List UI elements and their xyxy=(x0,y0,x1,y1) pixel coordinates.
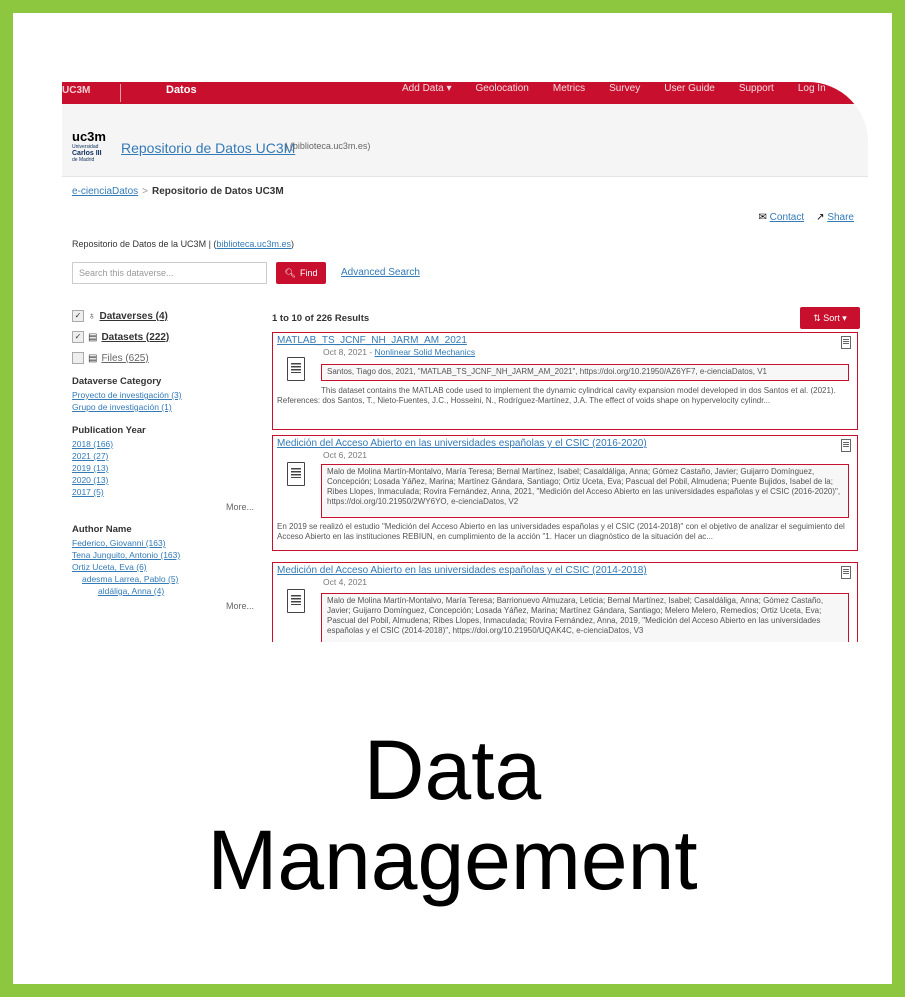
contact-link[interactable]: ✉ Contact xyxy=(759,212,805,223)
navbar-brand[interactable]: UC3M xyxy=(62,85,90,96)
nav-metrics[interactable]: Metrics xyxy=(553,83,585,94)
result-abstract: En 2019 se realizó el estudio "Medición … xyxy=(277,522,845,541)
repo-affiliation[interactable]: | (biblioteca.uc3m.es) xyxy=(285,141,370,151)
checkbox-unchecked-icon[interactable] xyxy=(72,352,84,364)
facet-item[interactable]: Ortiz Uceta, Eva (6) xyxy=(72,561,254,573)
result-date: Oct 4, 2021 xyxy=(323,577,367,587)
result-citation: Malo de Molina Martín-Montalvo, María Te… xyxy=(321,593,849,642)
dataset-icon xyxy=(841,566,851,579)
result-date: Oct 6, 2021 xyxy=(323,450,367,460)
dataverse-icon: ♁ xyxy=(88,310,96,322)
search-input[interactable]: Search this dataverse... xyxy=(72,262,267,284)
advanced-search-link[interactable]: Advanced Search xyxy=(341,267,420,278)
sort-icon: ⇅ xyxy=(813,312,824,323)
checkbox-checked-icon[interactable]: ✓ xyxy=(72,310,84,322)
caption-line-1: Data xyxy=(363,723,542,817)
facet-year-title: Publication Year xyxy=(72,425,146,436)
find-button[interactable]: 🔍︎ Find xyxy=(276,262,326,284)
dataset-icon xyxy=(841,439,851,452)
share-icon: ↗ xyxy=(816,212,825,223)
share-link[interactable]: ↗ Share xyxy=(816,212,854,223)
more-years-link[interactable]: More... xyxy=(72,502,254,512)
top-navbar: UC3M Datos Add Data ▾ Geolocation Metric… xyxy=(62,82,868,104)
nav-support[interactable]: Support xyxy=(739,83,774,94)
facet-item[interactable]: aldáliga, Anna (4) xyxy=(72,585,254,597)
dataset-icon xyxy=(841,336,851,349)
search-icon: 🔍︎ xyxy=(284,267,296,278)
nav-survey[interactable]: Survey xyxy=(609,83,640,94)
caption-line-2: Management xyxy=(207,813,698,907)
dataset-icon xyxy=(287,589,305,613)
facet-item[interactable]: 2020 (13) xyxy=(72,474,254,486)
repo-title[interactable]: Repositorio de Datos UC3M xyxy=(121,140,295,156)
result-date: Oct 8, 2021 - Nonlinear Solid Mechanics xyxy=(323,347,476,357)
facet-item[interactable]: Federico, Giovanni (163) xyxy=(72,537,254,549)
dataverse-screenshot: UC3M Datos Add Data ▾ Geolocation Metric… xyxy=(62,82,868,642)
facet-item[interactable]: Tena Junguito, Antonio (163) xyxy=(72,549,254,561)
breadcrumb-root[interactable]: e-cienciaDatos xyxy=(72,186,138,197)
nav-log-in[interactable]: Log In xyxy=(798,83,826,94)
result-citation: Santos, Tiago dos, 2021, "MATLAB_TS_JCNF… xyxy=(321,364,849,381)
result-card: MATLAB_TS_JCNF_NH_JARM_AM_2021 Oct 8, 20… xyxy=(272,332,858,430)
navbar-section-datos[interactable]: Datos xyxy=(166,84,197,96)
results-count: 1 to 10 of 226 Results xyxy=(272,313,370,324)
facet-datasets[interactable]: ✓ ▤ Datasets (222) xyxy=(72,331,254,343)
facet-item[interactable]: 2019 (13) xyxy=(72,462,254,474)
facet-item[interactable]: Proyecto de investigación (3) xyxy=(72,389,254,401)
breadcrumb-current: Repositorio de Datos UC3M xyxy=(152,186,284,197)
sort-button[interactable]: ⇅ Sort ▾ xyxy=(800,307,860,329)
result-card: Medición del Acceso Abierto en las unive… xyxy=(272,435,858,551)
description-link[interactable]: biblioteca.uc3m.es xyxy=(216,239,291,249)
dataset-icon: ▤ xyxy=(88,331,98,343)
facet-category-title: Dataverse Category xyxy=(72,376,162,387)
dataset-icon xyxy=(287,357,305,381)
facet-item[interactable]: 2021 (27) xyxy=(72,450,254,462)
facet-item[interactable]: 2018 (166) xyxy=(72,438,254,450)
result-abstract: This dataset contains the MATLAB code us… xyxy=(277,386,836,405)
facet-item[interactable]: Grupo de investigación (1) xyxy=(72,401,254,413)
result-dataverse-link[interactable]: Nonlinear Solid Mechanics xyxy=(375,347,476,357)
facet-item[interactable]: 2017 (5) xyxy=(72,486,254,498)
checkbox-checked-icon[interactable]: ✓ xyxy=(72,331,84,343)
facet-author-title: Author Name xyxy=(72,524,132,535)
breadcrumb-separator: > xyxy=(142,186,148,197)
navbar-divider xyxy=(120,84,121,102)
envelope-icon: ✉ xyxy=(758,212,767,223)
result-title[interactable]: Medición del Acceso Abierto en las unive… xyxy=(277,565,647,576)
facet-item[interactable]: adesma Larrea, Pablo (5) xyxy=(72,573,254,585)
facet-dataverses[interactable]: ✓ ♁ Dataverses (4) xyxy=(72,310,254,322)
uc3m-logo[interactable]: uc3m Universidad Carlos III de Madrid xyxy=(72,130,110,164)
result-card: Medición del Acceso Abierto en las unive… xyxy=(272,562,858,642)
navbar-menu: Add Data ▾ Geolocation Metrics Survey Us… xyxy=(402,83,826,94)
result-citation: Malo de Molina Martín-Montalvo, María Te… xyxy=(321,464,849,518)
result-title[interactable]: Medición del Acceso Abierto en las unive… xyxy=(277,438,647,449)
page-actions: ✉ Contact ↗ Share xyxy=(759,212,855,223)
nav-geolocation[interactable]: Geolocation xyxy=(476,83,529,94)
more-authors-link[interactable]: More... xyxy=(72,601,254,611)
file-icon: ▤ xyxy=(88,352,98,364)
nav-user-guide[interactable]: User Guide xyxy=(664,83,715,94)
breadcrumb: e-cienciaDatos > Repositorio de Datos UC3M xyxy=(72,186,284,197)
dataset-icon xyxy=(287,462,305,486)
dataverse-description: Repositorio de Datos de la UC3M | (bibli… xyxy=(72,239,294,249)
result-title[interactable]: MATLAB_TS_JCNF_NH_JARM_AM_2021 xyxy=(277,335,467,346)
facet-files[interactable]: ▤ Files (625) xyxy=(72,352,254,364)
facet-sidebar: ✓ ♁ Dataverses (4) ✓ ▤ Datasets (222) ▤ Files… xyxy=(72,310,254,611)
nav-add-data[interactable]: Add Data ▾ xyxy=(402,83,452,94)
